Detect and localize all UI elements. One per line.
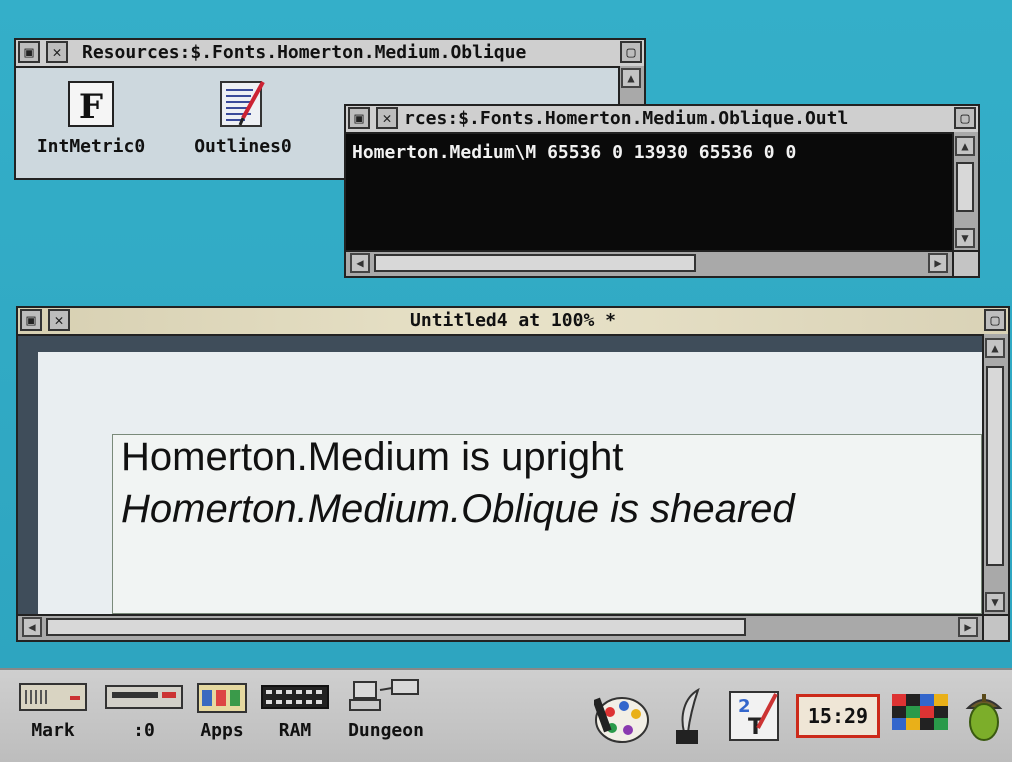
file-name[interactable]: Outlines0	[168, 136, 318, 157]
draw-icon[interactable]: 2 T	[728, 688, 782, 748]
drawing-page[interactable]: Homerton.Medium is upright Homerton.Medi…	[38, 352, 982, 616]
outline-window[interactable]: ▣ ✕ rces:$.Fonts.Homerton.Medium.Oblique…	[344, 104, 980, 278]
close-icon[interactable]: ✕	[46, 41, 68, 63]
back-icon[interactable]: ▣	[18, 41, 40, 63]
clock-time: 15:29	[807, 704, 869, 728]
file-item[interactable]: Outlines0	[168, 78, 318, 157]
iconbar-item-ram[interactable]: RAM	[260, 678, 330, 741]
back-icon[interactable]: ▣	[348, 107, 370, 129]
iconbar-item-harddisc[interactable]: :0	[104, 678, 184, 741]
scroll-up-arrow-icon[interactable]: ▲	[985, 338, 1005, 358]
outline-titlebar[interactable]: ▣ ✕ rces:$.Fonts.Homerton.Medium.Oblique…	[346, 106, 978, 134]
scroll-down-arrow-icon[interactable]: ▼	[955, 228, 975, 248]
apps-folder-icon[interactable]	[192, 678, 252, 714]
iconbar-label: :0	[133, 720, 155, 741]
scroll-right-arrow-icon[interactable]: ▶	[928, 253, 948, 273]
svg-text:2: 2	[738, 696, 751, 717]
icon-bar: Mark :0 Apps RAM Dungeon 2 T 15:29	[0, 668, 1012, 762]
floppy-disc-drive-icon[interactable]	[18, 678, 88, 714]
draw-window[interactable]: ▣ ✕ Untitled4 at 100% * ▢ Homerton.Mediu…	[16, 306, 1010, 642]
window-title: Resources:$.Fonts.Homerton.Medium.Obliqu…	[82, 42, 527, 63]
iconbar-item-apps[interactable]: Apps	[192, 678, 252, 741]
acorn-icon[interactable]	[962, 688, 1006, 752]
file-name[interactable]: IntMetric0	[16, 136, 166, 157]
vertical-scroll-thumb[interactable]	[986, 366, 1004, 566]
close-icon[interactable]: ✕	[48, 309, 70, 331]
iconbar-label: Dungeon	[348, 720, 424, 741]
resize-icon[interactable]	[952, 250, 978, 276]
toggle-size-icon[interactable]: ▢	[620, 41, 642, 63]
toggle-size-icon[interactable]: ▢	[954, 107, 976, 129]
iconbar-label: Apps	[200, 720, 244, 741]
scroll-left-arrow-icon[interactable]: ◀	[22, 617, 42, 637]
draw-titlebar[interactable]: ▣ ✕ Untitled4 at 100% * ▢	[18, 308, 1008, 336]
scroll-up-arrow-icon[interactable]: ▲	[621, 68, 641, 88]
window-title: Untitled4 at 100% *	[410, 310, 616, 331]
outline-font-file-icon[interactable]	[217, 78, 269, 130]
upright-text-line: Homerton.Medium is upright	[121, 435, 624, 479]
scroll-down-arrow-icon[interactable]: ▼	[985, 592, 1005, 612]
horizontal-scrollbar[interactable]: ◀ ▶	[346, 250, 952, 276]
vertical-scrollbar[interactable]: ▲ ▼	[952, 132, 978, 252]
clock-icon[interactable]: 15:29	[796, 694, 880, 738]
scroll-left-arrow-icon[interactable]: ◀	[350, 253, 370, 273]
outline-content[interactable]: Homerton.Medium\M 65536 0 13930 65536 0 …	[346, 134, 952, 252]
text-object[interactable]: Homerton.Medium is upright Homerton.Medi…	[112, 434, 982, 614]
font-metrics-file-icon[interactable]: F	[65, 78, 117, 130]
outline-text-line: Homerton.Medium\M 65536 0 13930 65536 0 …	[352, 142, 797, 163]
iconbar-label: Mark	[31, 720, 75, 741]
iconbar-item-mark[interactable]: Mark	[18, 678, 88, 741]
draw-canvas[interactable]: Homerton.Medium is upright Homerton.Medi…	[18, 336, 982, 616]
resize-icon[interactable]	[982, 614, 1008, 640]
filer-titlebar[interactable]: ▣ ✕ Resources:$.Fonts.Homerton.Medium.Ob…	[16, 40, 644, 68]
hard-disc-drive-icon[interactable]	[104, 678, 184, 714]
toggle-size-icon[interactable]: ▢	[984, 309, 1006, 331]
svg-text:F: F	[79, 87, 103, 127]
paint-palette-icon[interactable]	[592, 690, 650, 750]
network-computers-icon[interactable]	[340, 678, 432, 714]
back-icon[interactable]: ▣	[20, 309, 42, 331]
oblique-text-line: Homerton.Medium.Oblique is sheared	[121, 487, 795, 531]
display-palette-icon[interactable]	[892, 694, 948, 746]
scroll-right-arrow-icon[interactable]: ▶	[958, 617, 978, 637]
horizontal-scrollbar[interactable]: ◀ ▶	[18, 614, 982, 640]
horizontal-scroll-thumb[interactable]	[46, 618, 746, 636]
vertical-scrollbar[interactable]: ▲ ▼	[982, 334, 1008, 616]
file-item[interactable]: F IntMetric0	[16, 78, 166, 157]
iconbar-item-dungeon[interactable]: Dungeon	[340, 678, 432, 741]
close-icon[interactable]: ✕	[376, 107, 398, 129]
ram-disc-icon[interactable]	[260, 678, 330, 714]
vertical-scroll-thumb[interactable]	[956, 162, 974, 212]
iconbar-label: RAM	[278, 720, 312, 741]
horizontal-scroll-thumb[interactable]	[374, 254, 696, 272]
window-title: rces:$.Fonts.Homerton.Medium.Oblique.Out…	[404, 108, 849, 129]
scroll-up-arrow-icon[interactable]: ▲	[955, 136, 975, 156]
edit-quill-icon[interactable]	[668, 687, 708, 752]
